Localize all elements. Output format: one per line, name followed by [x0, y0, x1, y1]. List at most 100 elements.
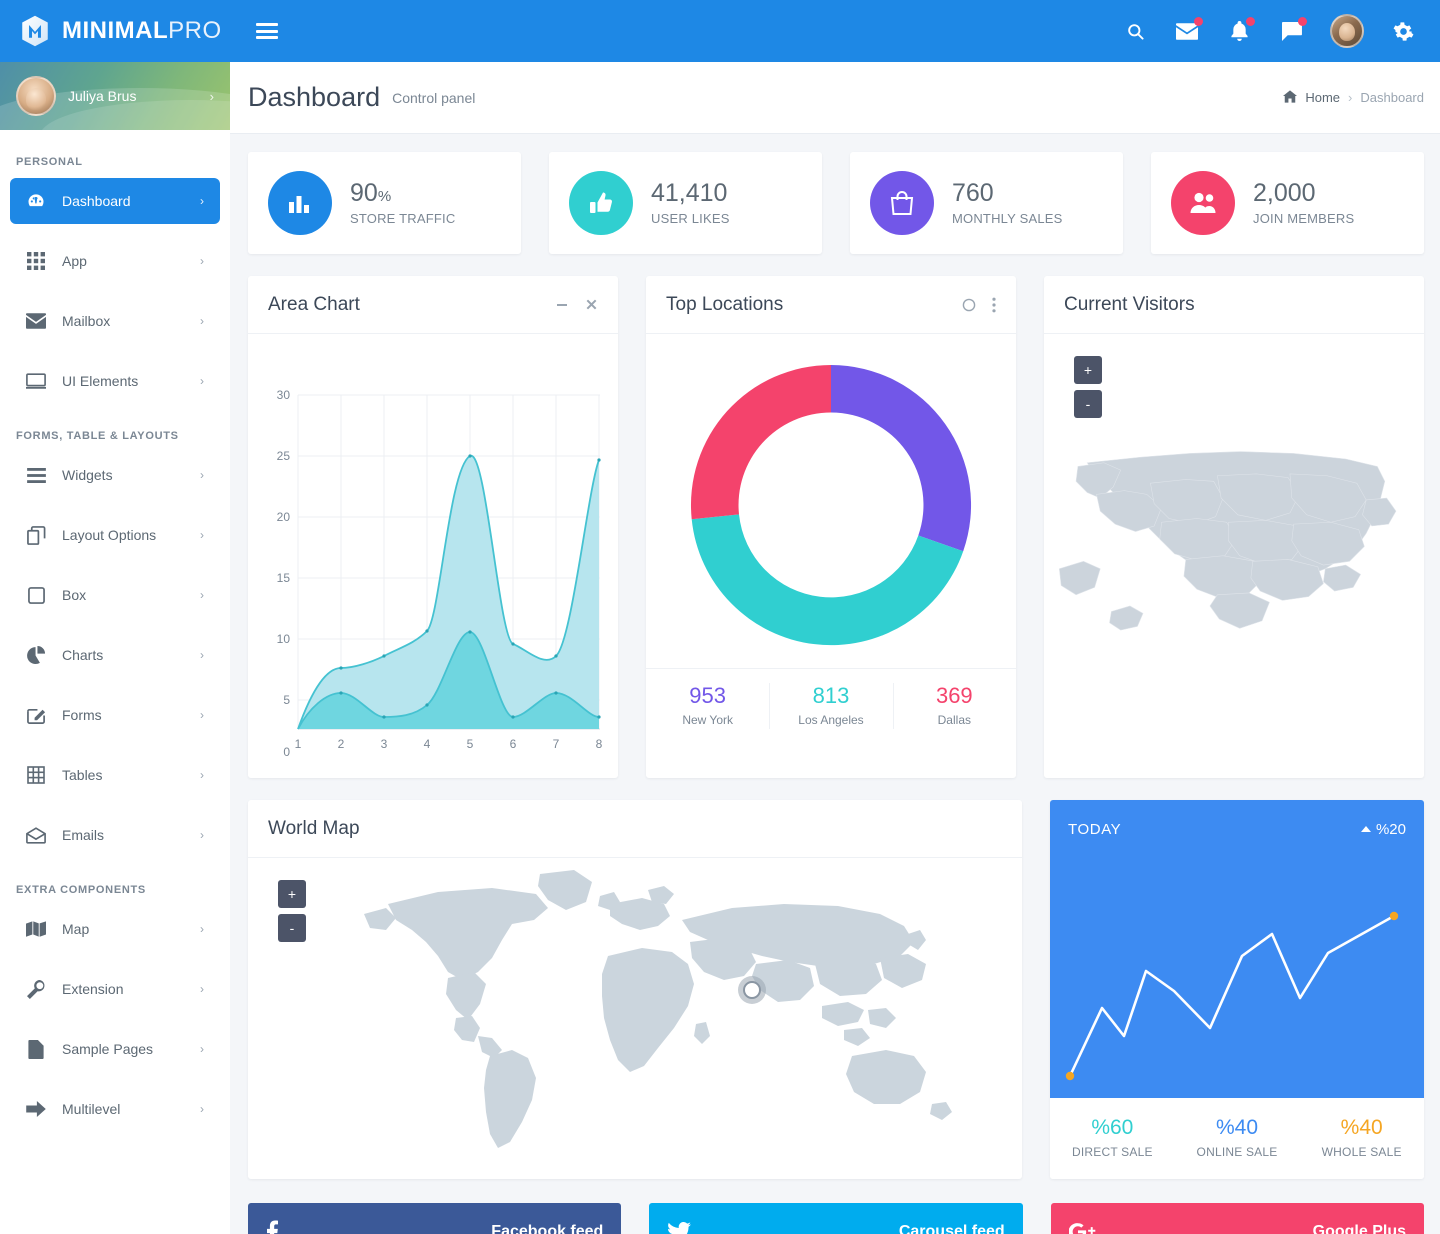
today-stat-label: ONLINE SALE	[1196, 1145, 1278, 1159]
sidebar-section-forms: FORMS, TABLE & LAYOUTS	[16, 430, 179, 442]
gear-icon[interactable]	[1390, 18, 1416, 44]
sidebar-profile[interactable]: Juliya Brus ›	[0, 62, 230, 130]
search-icon[interactable]	[1122, 18, 1148, 44]
legend-label: Dallas	[937, 713, 971, 727]
sidebar-section-extra: EXTRA COMPONENTS	[16, 884, 146, 896]
sidebar-item-multilevel[interactable]: Multilevel ›	[10, 1086, 220, 1132]
sidebar-item-mailbox[interactable]: Mailbox ›	[10, 298, 220, 344]
card-title: Current Visitors	[1064, 293, 1195, 315]
sidebar-item-sample-pages[interactable]: Sample Pages ›	[10, 1026, 220, 1072]
envelope-open-icon	[24, 823, 48, 847]
card-title: World Map	[268, 817, 360, 839]
google-plus-button[interactable]: Google Plus	[1050, 1203, 1424, 1234]
sidebar-item-tables[interactable]: Tables ›	[10, 752, 220, 798]
world-map-header: World Map	[248, 800, 1022, 858]
carousel-feed-button[interactable]: Carousel feed	[649, 1203, 1023, 1234]
wrench-icon	[24, 977, 48, 1001]
twitter-icon	[667, 1222, 697, 1234]
card-title: Area Chart	[268, 293, 360, 315]
stat-card-store-traffic[interactable]: 90% STORE TRAFFIC	[248, 152, 521, 254]
chevron-right-icon: ›	[200, 1042, 204, 1056]
brand-logo-area[interactable]: MINIMALPRO	[0, 0, 230, 62]
sidebar-item-charts[interactable]: Charts ›	[10, 632, 220, 678]
sidebar-item-label: Multilevel	[62, 1101, 121, 1117]
breadcrumb-current: Dashboard	[1360, 90, 1424, 105]
stat-card-row: 90% STORE TRAFFIC 41,410 USER LIKES 760 …	[248, 152, 1424, 254]
profile-name: Juliya Brus	[68, 88, 137, 104]
today-delta: %20	[1360, 821, 1406, 838]
donut-slice-dallas[interactable]	[690, 365, 831, 520]
stat-card-join-members[interactable]: 2,000 JOIN MEMBERS	[1151, 152, 1424, 254]
chevron-right-icon: ›	[200, 314, 204, 328]
notification-badge	[1246, 17, 1255, 26]
sidebar-item-dashboard[interactable]: Dashboard ›	[10, 178, 220, 224]
stat-text: 2,000 JOIN MEMBERS	[1253, 180, 1354, 226]
svg-text:5: 5	[283, 693, 290, 707]
hamburger-bar	[256, 29, 278, 33]
sidebar-item-forms[interactable]: Forms ›	[10, 692, 220, 738]
donut-chart-area	[646, 334, 1016, 660]
envelope-icon[interactable]	[1174, 17, 1203, 44]
m-logo-icon	[22, 15, 48, 47]
chevron-right-icon: ›	[200, 468, 204, 482]
chevron-right-icon: ›	[200, 828, 204, 842]
usa-map-zoom-out-button[interactable]: -	[1074, 390, 1102, 418]
charts-row: Area Chart 30 25 20 15 10 5 0 1 2 3 4 5 …	[248, 276, 1424, 778]
today-line-svg	[1065, 911, 1399, 1081]
stat-text: 760 MONTHLY SALES	[952, 180, 1063, 226]
current-visitors-card: Current Visitors + -	[1044, 276, 1424, 778]
breadcrumb-home[interactable]: Home	[1305, 90, 1340, 105]
close-icon[interactable]	[585, 298, 598, 311]
sidebar-item-label: Box	[62, 587, 87, 603]
page-subtitle: Control panel	[392, 89, 476, 106]
sidebar-item-map[interactable]: Map ›	[10, 906, 220, 952]
usa-map-zoom-controls: + -	[1074, 356, 1102, 418]
circle-refresh-icon[interactable]	[962, 298, 976, 312]
world-map-zoom-out-button[interactable]: -	[278, 914, 306, 942]
chevron-right-icon: ›	[200, 194, 204, 208]
sidebar-item-ui-elements[interactable]: UI Elements ›	[10, 358, 220, 404]
sidebar-item-box[interactable]: Box ›	[10, 572, 220, 618]
chat-icon[interactable]	[1278, 17, 1307, 44]
content-body: 90% STORE TRAFFIC 41,410 USER LIKES 760 …	[230, 134, 1440, 1234]
sidebar-item-app[interactable]: App ›	[10, 238, 220, 284]
avatar[interactable]	[1330, 14, 1364, 48]
donut-slice-new-york[interactable]	[831, 365, 972, 552]
chevron-right-icon: ›	[200, 374, 204, 388]
map-pin-icon[interactable]	[738, 976, 766, 1004]
svg-text:6: 6	[510, 737, 517, 751]
area-chart-plot: 30 25 20 15 10 5 0 1 2 3 4 5 6 7 8	[248, 334, 618, 778]
usa-map-area[interactable]: + -	[1044, 334, 1424, 758]
minus-icon[interactable]	[555, 298, 569, 312]
chevron-right-icon: ›	[200, 768, 204, 782]
usa-map-zoom-in-button[interactable]: +	[1074, 356, 1102, 384]
stat-card-monthly-sales[interactable]: 760 MONTHLY SALES	[850, 152, 1123, 254]
stat-suffix: %	[377, 188, 392, 206]
bag-icon	[870, 171, 934, 235]
sidebar-item-layout-options[interactable]: Layout Options ›	[10, 512, 220, 558]
bell-icon[interactable]	[1226, 17, 1255, 44]
sidebar-item-extension[interactable]: Extension ›	[10, 966, 220, 1012]
world-map-zoom-in-button[interactable]: +	[278, 880, 306, 908]
world-map-area[interactable]: + -	[248, 858, 1022, 1171]
facebook-icon	[266, 1220, 296, 1234]
monitor-icon	[24, 369, 48, 393]
facebook-feed-button[interactable]: Facebook feed	[248, 1203, 622, 1234]
social-label: Facebook feed	[491, 1223, 604, 1234]
top-locations-card: Top Locations 953 New York 813 Los Angel…	[646, 276, 1016, 778]
vertical-dots-icon[interactable]	[992, 297, 996, 313]
sidebar-section-personal: PERSONAL	[16, 156, 83, 168]
profile-avatar	[16, 76, 56, 116]
arrow-right-icon	[24, 1097, 48, 1121]
sidebar-item-emails[interactable]: Emails ›	[10, 812, 220, 858]
sidebar-item-label: Extension	[62, 981, 124, 997]
sidebar-toggle-button[interactable]	[256, 23, 278, 39]
stat-card-user-likes[interactable]: 41,410 USER LIKES	[549, 152, 822, 254]
sidebar-item-widgets[interactable]: Widgets ›	[10, 452, 220, 498]
today-stat-value: %60	[1091, 1116, 1134, 1139]
svg-text:0: 0	[283, 745, 290, 759]
